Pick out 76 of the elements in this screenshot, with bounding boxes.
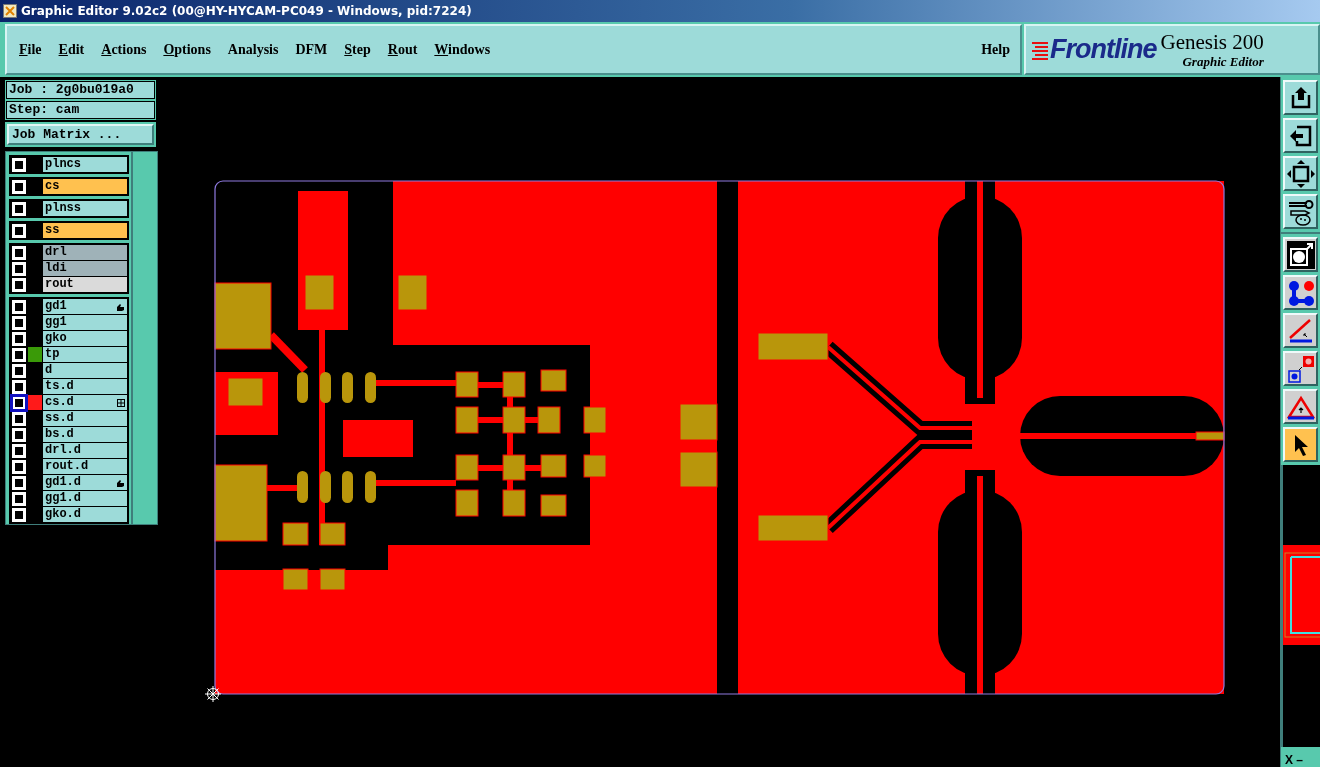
- layer-name[interactable]: drl: [43, 245, 127, 260]
- layer-checkbox[interactable]: [13, 428, 25, 441]
- toolbar-button[interactable]: [1283, 237, 1318, 272]
- layer-checkbox[interactable]: [13, 262, 25, 275]
- squares-move-icon: [1285, 353, 1316, 384]
- layer-checkbox[interactable]: [13, 396, 25, 409]
- layer-checkbox[interactable]: [13, 492, 25, 505]
- menu-item[interactable]: Rout: [387, 41, 418, 58]
- wrench-palette-icon: [1286, 197, 1315, 226]
- layer-name[interactable]: plnss: [43, 201, 127, 216]
- toolbar-button[interactable]: [1283, 313, 1318, 348]
- layer-name[interactable]: ss.d: [43, 411, 127, 426]
- layer-name[interactable]: tp: [43, 347, 127, 362]
- layer-name[interactable]: gg1: [43, 315, 127, 330]
- layer-name[interactable]: ldi: [43, 261, 127, 276]
- toolbar-button[interactable]: [1283, 275, 1318, 310]
- coordinate-readout: X –: [1281, 747, 1320, 767]
- layer-name[interactable]: gg1.d: [43, 491, 127, 506]
- logo-text: Frontline: [1050, 34, 1157, 65]
- step-label: Step: cam: [6, 101, 155, 119]
- layer-name[interactable]: plncs: [43, 157, 127, 172]
- speed-lines-icon: [1030, 39, 1048, 60]
- origin-marker-icon: [205, 686, 221, 702]
- layer-name[interactable]: gko: [43, 331, 127, 346]
- job-matrix-button[interactable]: Job Matrix ...: [7, 124, 154, 145]
- toolbar-button[interactable]: [1283, 389, 1318, 424]
- layer-checkbox[interactable]: [13, 460, 25, 473]
- layer-checkbox[interactable]: [13, 180, 25, 193]
- layer-name[interactable]: bs.d: [43, 427, 127, 442]
- layer-checkbox[interactable]: [13, 316, 25, 329]
- toolbar-button[interactable]: [1283, 351, 1318, 386]
- layer-checkbox[interactable]: [13, 300, 25, 313]
- layer-name[interactable]: cs: [43, 179, 127, 194]
- layer-checkbox[interactable]: [13, 332, 25, 345]
- menu-item[interactable]: Actions: [101, 41, 147, 58]
- window-title: Graphic Editor 9.02c2 (00@HY-HYCAM-PC049 - Windows, pid:7224): [21, 4, 472, 18]
- menu-item[interactable]: Options: [163, 41, 211, 58]
- layer-name[interactable]: ss: [43, 223, 127, 238]
- layer-checkbox[interactable]: [13, 508, 25, 521]
- layer-name[interactable]: gko.d: [43, 507, 127, 522]
- layer-checkbox[interactable]: [13, 476, 25, 489]
- layer-name[interactable]: ts.d: [43, 379, 127, 394]
- layer-checkbox[interactable]: [13, 202, 25, 215]
- product-subtitle: Graphic Editor: [1182, 53, 1264, 70]
- toolbar-button[interactable]: [1283, 194, 1318, 229]
- product-name: Genesis 200: [1160, 29, 1264, 54]
- layer-name[interactable]: cs.d: [43, 395, 127, 410]
- layer-checkbox[interactable]: [13, 444, 25, 457]
- toolbar-button[interactable]: [1283, 80, 1318, 115]
- layer-name[interactable]: rout.d: [43, 459, 127, 474]
- fit-view-icon: [1286, 159, 1315, 188]
- menu-item[interactable]: Edit: [58, 41, 85, 58]
- layer-checkbox[interactable]: [13, 158, 25, 171]
- menu-item[interactable]: Step: [344, 41, 371, 58]
- layer-checkbox[interactable]: [13, 278, 25, 291]
- toolbar-button[interactable]: [1283, 118, 1318, 153]
- menu-item[interactable]: Windows: [434, 41, 491, 58]
- menu-item[interactable]: Analysis: [227, 41, 279, 58]
- app-icon: [3, 4, 17, 18]
- help-menu[interactable]: Help: [981, 41, 1010, 58]
- layer-checkbox[interactable]: [13, 224, 25, 237]
- layer-name[interactable]: gd1: [43, 299, 127, 314]
- toolbar-button[interactable]: [1283, 427, 1318, 462]
- layer-checkbox[interactable]: [13, 412, 25, 425]
- toolbar-button[interactable]: [1283, 156, 1318, 191]
- layer-checkbox[interactable]: [13, 348, 25, 361]
- layer-name[interactable]: drl.d: [43, 443, 127, 458]
- job-label: Job : 2g0bu019a0: [6, 81, 155, 99]
- menu-item[interactable]: File: [19, 41, 42, 58]
- layer-checkbox[interactable]: [13, 380, 25, 393]
- layer-checkbox[interactable]: [13, 364, 25, 377]
- layer-name[interactable]: d: [43, 363, 127, 378]
- layer-name[interactable]: gd1.d: [43, 475, 127, 490]
- layer-checkbox[interactable]: [13, 246, 25, 259]
- menu-item[interactable]: DFM: [295, 41, 328, 58]
- layer-name[interactable]: rout: [43, 277, 127, 292]
